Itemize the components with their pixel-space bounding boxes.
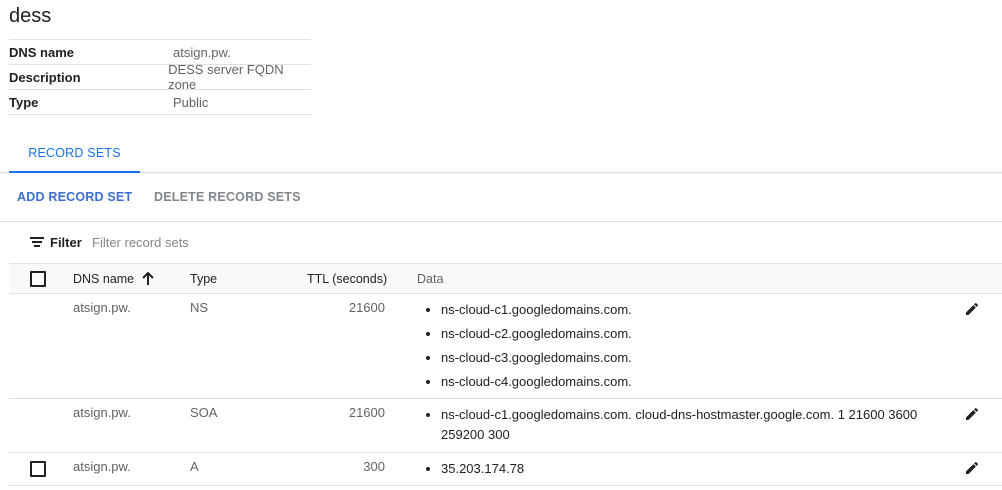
record-ttl: 21600 (348, 405, 385, 420)
edit-icon[interactable] (964, 460, 980, 476)
detail-key: Type (9, 94, 39, 110)
detail-row-description: Description DESS server FQDN zone (9, 62, 311, 92)
delete-record-sets-button[interactable]: DELETE RECORD SETS (154, 173, 301, 221)
record-data-item: ns-cloud-c4.googledomains.com. (425, 372, 955, 392)
detail-row-type: Type Public (9, 89, 311, 115)
detail-value: Public (173, 94, 209, 110)
table-row: atsign.pw. SOA 21600 ns-cloud-c1.googled… (9, 399, 1002, 453)
action-bar: ADD RECORD SET DELETE RECORD SETS (0, 173, 1002, 222)
detail-row-dns-name: DNS name atsign.pw. (9, 39, 311, 64)
record-data-item: ns-cloud-c1.googledomains.com. (425, 300, 955, 320)
record-type: NS (190, 300, 209, 315)
detail-value: DESS server FQDN zone (168, 62, 284, 92)
page-title: dess (9, 5, 52, 27)
record-data-item: 35.203.174.78 (425, 459, 955, 479)
column-header-type[interactable]: Type (190, 264, 217, 293)
column-header-dns-name[interactable]: DNS name (73, 264, 154, 293)
tab-record-sets[interactable]: RECORD SETS (9, 134, 140, 172)
record-name: atsign.pw. (73, 300, 131, 315)
record-sets-table: DNS name Type TTL (seconds) Data atsign.… (9, 263, 1002, 486)
record-data-item: ns-cloud-c2.googledomains.com. (425, 324, 955, 344)
record-ttl: 21600 (348, 300, 385, 315)
filter-input[interactable] (92, 232, 392, 252)
arrow-upward-icon (142, 271, 154, 286)
zone-details-table: DNS name atsign.pw. Description DESS ser… (9, 39, 311, 115)
add-record-set-button[interactable]: ADD RECORD SET (17, 173, 132, 221)
select-all-checkbox[interactable] (30, 271, 46, 287)
record-data: 35.203.174.78 (425, 459, 955, 483)
table-header: DNS name Type TTL (seconds) Data (9, 263, 1002, 294)
table-row: atsign.pw. NS 21600 ns-cloud-c1.googledo… (9, 294, 1002, 399)
record-data-item: ns-cloud-c1.googledomains.com. cloud-dns… (425, 405, 955, 445)
record-ttl: 300 (363, 459, 385, 474)
record-type: A (190, 459, 199, 474)
table-row: atsign.pw. A 300 35.203.174.78 (9, 453, 1002, 486)
record-data-item: ns-cloud-c3.googledomains.com. (425, 348, 955, 368)
record-data: ns-cloud-c1.googledomains.com. cloud-dns… (425, 405, 955, 449)
detail-key: Description (9, 69, 81, 85)
row-checkbox[interactable] (30, 461, 46, 477)
record-name: atsign.pw. (73, 459, 131, 474)
filter-bar: Filter (0, 222, 1002, 263)
column-header-label: DNS name (73, 271, 135, 286)
edit-icon[interactable] (964, 406, 980, 422)
detail-value: atsign.pw. (173, 44, 231, 60)
column-header-ttl[interactable]: TTL (seconds) (307, 264, 387, 293)
cloud-dns-zone-details-page: dess DNS name atsign.pw. Description DES… (0, 0, 1002, 490)
filter-list-icon[interactable] (30, 237, 44, 247)
record-name: atsign.pw. (73, 405, 131, 420)
filter-label: Filter (50, 235, 82, 250)
edit-icon[interactable] (964, 301, 980, 317)
record-data: ns-cloud-c1.googledomains.com. ns-cloud-… (425, 300, 955, 396)
column-header-data: Data (417, 271, 444, 286)
detail-key: DNS name (9, 44, 75, 60)
tab-bar: RECORD SETS (0, 134, 1002, 173)
record-type: SOA (190, 405, 218, 420)
